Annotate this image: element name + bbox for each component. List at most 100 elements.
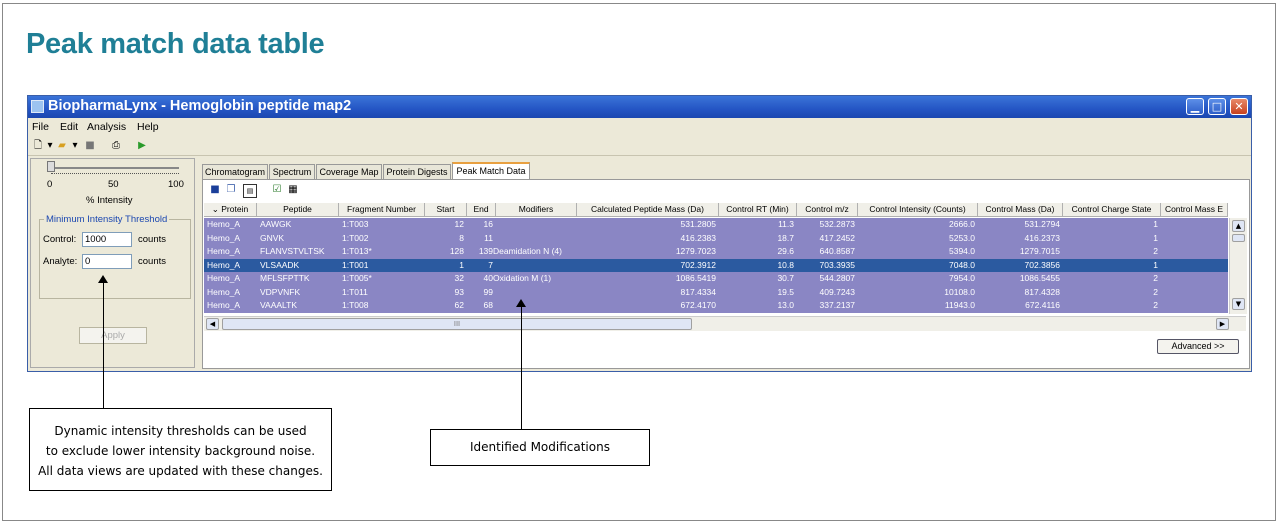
horizontal-scroll-thumb[interactable]: III	[222, 318, 692, 330]
analyte-threshold-input[interactable]: 0	[82, 254, 132, 269]
cell-control-mz: 640.8587	[819, 246, 855, 256]
column-header-control-mass-e[interactable]: Control Mass E	[1161, 203, 1228, 217]
table-row[interactable]: Hemo_A VDPVNFK 1:T011 93 99 817.4334 19.5 409.7…	[204, 285, 1228, 300]
tab-peak-match-data[interactable]: Peak Match Data	[452, 162, 530, 179]
column-header-end[interactable]: End	[467, 203, 496, 217]
scroll-left-icon[interactable]: ◀	[206, 318, 219, 330]
column-header-start[interactable]: Start	[425, 203, 467, 217]
cell-start: 1	[459, 259, 464, 270]
column-header-fragment-number[interactable]: Fragment Number	[339, 203, 425, 217]
cell-control-mass-e	[1161, 272, 1228, 286]
scroll-thumb[interactable]	[1232, 234, 1245, 242]
table-row[interactable]: Hemo_A VLSAADK 1:T001 1 7 702.3912 10.8 703.393…	[204, 258, 1228, 272]
print-icon[interactable]: ⎙	[110, 140, 122, 152]
cell-control-mass-e	[1161, 232, 1228, 246]
column-header-peptide[interactable]: Peptide	[257, 203, 339, 217]
horizontal-scrollbar[interactable]: ◀ III ▶	[204, 316, 1246, 331]
cell-fragment-number: 1:T002	[342, 232, 369, 243]
copy-icon[interactable]: ❐	[225, 184, 237, 196]
control-threshold-input[interactable]: 1000	[82, 232, 132, 247]
new-file-icon[interactable]: 🗋	[32, 140, 44, 152]
cell-protein: Hemo_A	[207, 259, 241, 270]
minimize-button[interactable]: ▁	[1186, 98, 1204, 115]
column-header-control-charge[interactable]: Control Charge State	[1063, 203, 1161, 217]
tab-chromatogram[interactable]: Chromatogram	[202, 164, 268, 179]
callout-line-1: Dynamic intensity thresholds can be used	[54, 424, 307, 438]
apply-button[interactable]: Apply	[79, 327, 147, 344]
menu-edit[interactable]: Edit	[60, 121, 78, 133]
arrow-up-icon	[98, 275, 108, 283]
cell-control-rt: 19.5	[777, 286, 794, 297]
dropdown-arrow-icon[interactable]: ▾	[44, 140, 56, 152]
menu-analysis[interactable]: Analysis	[87, 121, 126, 133]
close-button[interactable]: ✕	[1230, 98, 1248, 115]
cell-control-charge: 1	[1153, 259, 1158, 270]
cell-control-intensity: 5253.0	[949, 232, 975, 243]
control-unit: counts	[138, 234, 166, 245]
cell-peptide: VDPVNFK	[260, 286, 301, 297]
cell-control-charge: 1	[1153, 232, 1158, 243]
title-bar[interactable]: BiopharmaLynx - Hemoglobin peptide map2 …	[28, 96, 1251, 118]
cell-control-charge: 1	[1153, 219, 1158, 229]
column-header-modifiers[interactable]: Modifiers	[496, 203, 577, 217]
columns-icon[interactable]: ▦	[287, 184, 299, 196]
cell-control-intensity: 10108.0	[944, 286, 975, 297]
chart-icon[interactable]: ▤	[243, 184, 257, 198]
advanced-button[interactable]: Advanced >>	[1157, 339, 1239, 354]
menu-help[interactable]: Help	[137, 121, 159, 133]
cell-calc-mass: 416.2383	[680, 232, 716, 243]
cell-modifiers	[490, 232, 571, 246]
cell-fragment-number: 1:T013*	[342, 246, 372, 256]
cell-control-mz: 532.2873	[819, 219, 855, 229]
table-row[interactable]: Hemo_A MFLSFPTTK 1:T005* 32 40 Oxidation M (1…	[204, 272, 1228, 286]
cell-control-charge: 2	[1153, 300, 1158, 310]
tab-coverage-map[interactable]: Coverage Map	[316, 164, 382, 179]
column-header-label: Protein	[221, 204, 249, 214]
intensity-slider-track[interactable]	[51, 167, 179, 169]
run-icon[interactable]: ▶	[136, 140, 148, 152]
cell-control-mz: 544.2807	[819, 273, 855, 283]
column-header-control-mz[interactable]: Control m/z	[797, 203, 858, 217]
scroll-right-icon[interactable]: ▶	[1216, 318, 1229, 330]
table-row[interactable]: Hemo_A FLANVSTVLTSK 1:T013* 128 139 Deamidati…	[204, 245, 1228, 259]
table-row[interactable]: Hemo_A VAAALTK 1:T008 62 68 672.4170 13.0 337.2…	[204, 299, 1228, 313]
vertical-scrollbar[interactable]: ▲ ▼	[1229, 218, 1247, 314]
cell-modifiers: Deamidation N (4)	[493, 246, 562, 256]
save-icon[interactable]: ■	[209, 184, 221, 196]
cell-modifiers	[490, 286, 571, 300]
cell-control-rt: 18.7	[777, 232, 794, 243]
scroll-up-icon[interactable]: ▲	[1232, 220, 1245, 232]
chevron-down-icon[interactable]: ⌄	[212, 204, 221, 214]
callout-line-3: All data views are updated with these ch…	[38, 464, 323, 478]
cell-fragment-number: 1:T001	[342, 259, 369, 270]
cell-control-mz: 703.3935	[819, 259, 855, 270]
column-header-calc-mass[interactable]: Calculated Peptide Mass (Da)	[577, 203, 719, 217]
column-header-control-rt[interactable]: Control RT (Min)	[719, 203, 797, 217]
tab-protein-digests[interactable]: Protein Digests	[383, 164, 451, 179]
save-icon[interactable]: ■	[84, 140, 96, 152]
cell-peptide: VAAALTK	[260, 300, 298, 310]
open-folder-icon[interactable]: ▰	[56, 140, 68, 152]
dropdown-arrow-icon[interactable]: ▾	[69, 140, 81, 152]
menu-file[interactable]: File	[32, 121, 49, 133]
analyte-unit: counts	[138, 256, 166, 267]
close-icon: ✕	[1234, 100, 1244, 113]
cell-control-rt: 11.3	[778, 219, 794, 229]
scroll-down-icon[interactable]: ▼	[1232, 298, 1245, 310]
table-row[interactable]: Hemo_A AAWGK 1:T003 12 16 531.2805 11.3 532.287…	[204, 218, 1228, 232]
table-row[interactable]: Hemo_A GNVK 1:T002 8 11 416.2383 18.7 417.2452 5…	[204, 231, 1228, 246]
column-header-control-intensity[interactable]: Control Intensity (Counts)	[858, 203, 978, 217]
intensity-slider-thumb[interactable]	[47, 161, 55, 172]
control-label: Control:	[43, 234, 77, 245]
cell-control-mass: 672.4116	[1025, 300, 1060, 310]
cell-control-charge: 2	[1153, 246, 1158, 256]
cell-calc-mass: 702.3912	[680, 259, 716, 270]
cell-calc-mass: 672.4170	[680, 300, 716, 310]
column-header-control-mass[interactable]: Control Mass (Da)	[978, 203, 1063, 217]
check-icon[interactable]: ☑	[271, 184, 283, 196]
maximize-button[interactable]: □	[1208, 98, 1226, 115]
tab-spectrum[interactable]: Spectrum	[269, 164, 315, 179]
column-header-protein[interactable]: ⌄ Protein	[204, 203, 257, 217]
cell-start: 93	[454, 286, 464, 297]
maximize-icon: □	[1211, 100, 1223, 113]
